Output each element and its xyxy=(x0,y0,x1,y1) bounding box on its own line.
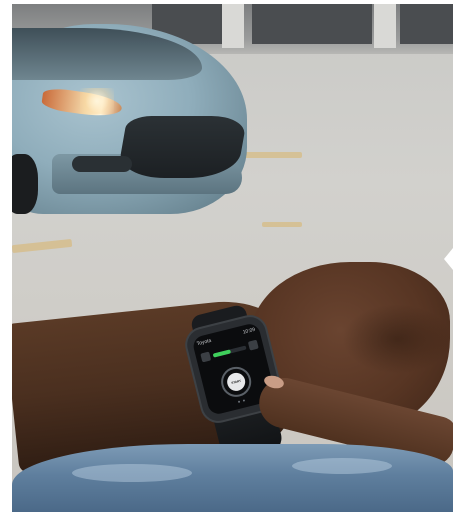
jeans xyxy=(12,444,453,512)
unlock-icon[interactable] xyxy=(247,339,259,351)
page-dot xyxy=(242,399,246,402)
status-bar-fill xyxy=(212,349,232,358)
page-dot xyxy=(237,400,241,403)
knuckle-shadow xyxy=(342,304,452,374)
status-bar xyxy=(212,345,247,358)
chevron-left-icon[interactable] xyxy=(444,248,453,270)
lock-icon[interactable] xyxy=(200,351,212,363)
car-wheel xyxy=(12,154,38,214)
watch-time: 10:09 xyxy=(242,326,256,336)
watch-app-name: Toyota xyxy=(196,337,212,348)
parking-line xyxy=(262,222,302,227)
pillar xyxy=(222,4,244,48)
pillar xyxy=(374,4,396,48)
watch-header: Toyota 10:09 xyxy=(196,326,256,348)
car-windshield xyxy=(12,28,202,80)
parking-line xyxy=(12,238,73,254)
photo-scene: Toyota 10:09 START xyxy=(12,4,453,512)
headlight-glow xyxy=(80,88,114,114)
car-fog-light xyxy=(72,156,132,172)
parking-line xyxy=(242,152,302,158)
